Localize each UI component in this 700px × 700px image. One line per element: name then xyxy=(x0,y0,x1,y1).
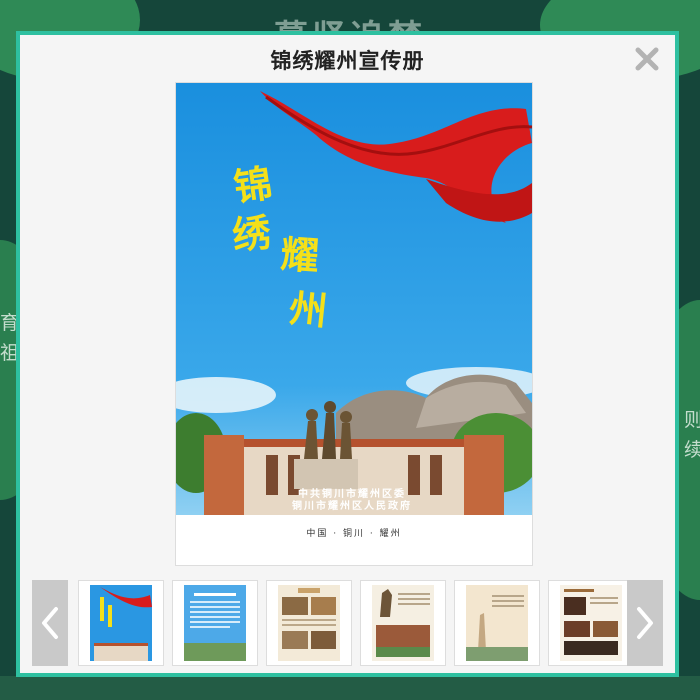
cover-char-1: 锦 xyxy=(231,160,275,210)
prev-page-button[interactable] xyxy=(32,580,68,666)
cover-char-4: 州 xyxy=(287,285,330,334)
chevron-right-icon xyxy=(637,607,653,639)
thumbnail-cover[interactable] xyxy=(78,580,164,666)
cover-illustration: 锦 绣 耀 州 中共铜川市耀州区委 铜川市耀州区人民政府 xyxy=(176,83,532,515)
cover-publisher-1: 中共铜川市耀州区委 xyxy=(298,487,406,500)
thumbnail-page-4-image xyxy=(372,585,434,661)
cover-char-2: 绣 xyxy=(230,209,273,258)
modal-title: 锦绣耀州宣传册 xyxy=(270,49,425,73)
close-icon xyxy=(635,47,659,71)
next-page-button[interactable] xyxy=(627,580,663,666)
thumbnail-page-3[interactable] xyxy=(266,580,352,666)
cover-footer: 中国 · 铜川 · 耀州 xyxy=(306,529,402,539)
background-side-text-right: 则 续 xyxy=(684,409,700,461)
thumbnail-page-6[interactable] xyxy=(548,580,634,666)
thumbnail-strip xyxy=(32,580,663,668)
thumbnail-page-5[interactable] xyxy=(454,580,540,666)
thumbnail-page-3-image xyxy=(278,585,340,661)
close-button[interactable] xyxy=(633,45,661,73)
chevron-left-icon xyxy=(42,607,58,639)
page-viewer[interactable]: 锦 绣 耀 州 中共铜川市耀州区委 铜川市耀州区人民政府 中国 · 铜川 · 耀… xyxy=(175,82,533,566)
thumbnail-page-6-image xyxy=(560,585,622,661)
thumbnail-page-5-image xyxy=(466,585,528,661)
cover-publisher-2: 铜川市耀州区人民政府 xyxy=(292,499,412,512)
thumbnail-page-4[interactable] xyxy=(360,580,446,666)
thumbnail-page-2-image xyxy=(184,585,246,661)
cover-char-3: 耀 xyxy=(279,231,320,279)
brochure-modal: 锦绣耀州宣传册 锦 绣 耀 州 中共铜川市耀州区委 铜川市耀州区人民政府 中国 … xyxy=(16,31,679,677)
thumbnail-cover-image xyxy=(90,585,152,661)
thumbnail-page-2[interactable] xyxy=(172,580,258,666)
